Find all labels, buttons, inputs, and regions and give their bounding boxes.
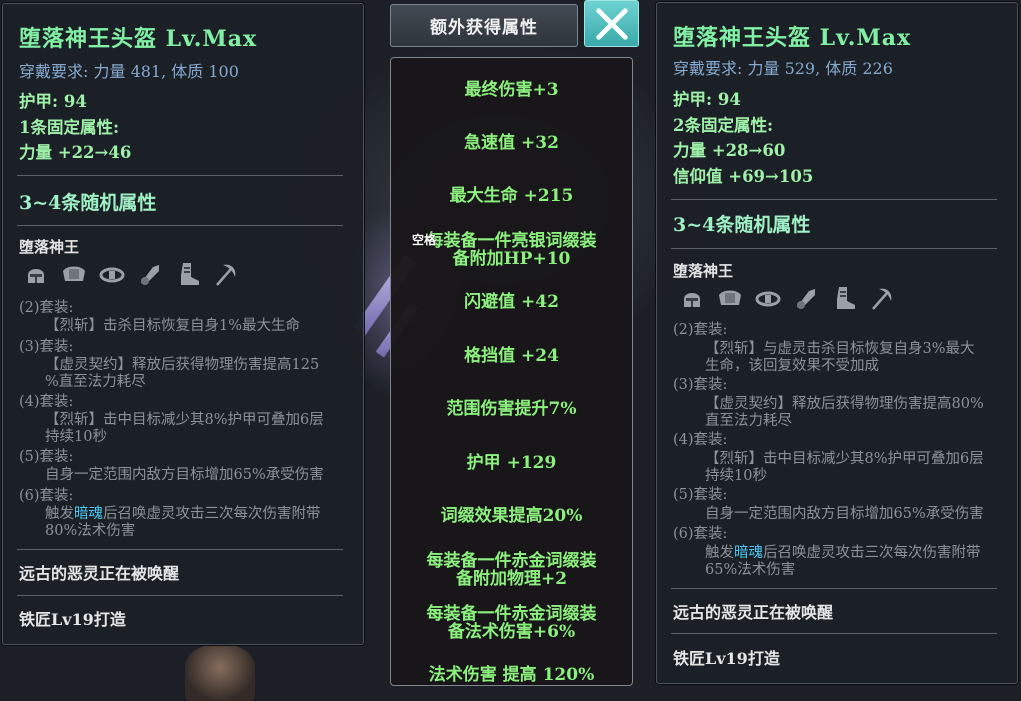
- list-item: 法术伤害 提高 120%: [428, 665, 595, 685]
- divider: [17, 549, 343, 550]
- crafted-by: 铁匠Lv19打造: [673, 649, 780, 668]
- set-bonus-label: (2)套装:: [673, 322, 728, 338]
- set-bonus-label: (2)套装:: [19, 300, 74, 316]
- set-icons: [679, 285, 907, 311]
- highlight-keyword: 暗魂: [734, 545, 763, 561]
- set-bonus-label: (6)套装:: [19, 488, 74, 504]
- list-item: 每装备一件赤金词缀装 备附加物理+2: [426, 551, 597, 589]
- divider: [17, 595, 343, 596]
- fixed-attr: 信仰值 +69→105: [673, 167, 814, 186]
- wear-requirement: 穿戴要求: 力量 481, 体质 100: [19, 62, 239, 81]
- item-title: 堕落神王头盔 Lv.Max: [673, 25, 912, 51]
- key-hint-label: 空格: [412, 233, 437, 247]
- set-bonus-text: 【烈斩】击杀目标恢复自身1%最大生命: [45, 318, 301, 334]
- fixed-attr: 力量 +28→60: [673, 141, 786, 160]
- gauntlet-icon: [141, 265, 159, 285]
- list-item: 闪避值 +42: [464, 292, 559, 312]
- boots-icon: [181, 263, 199, 285]
- set-bonus-text: 触发暗魂后召唤虚灵攻击三次每次伤害附带: [705, 545, 981, 561]
- list-item: 词缀效果提高20%: [440, 506, 583, 526]
- set-bonus-label: (3)套装:: [19, 339, 74, 355]
- fixed-attr-header: 1条固定属性:: [19, 118, 120, 137]
- belt-icon: [99, 267, 125, 283]
- divider: [671, 199, 997, 200]
- set-bonus-text: 【烈斩】击中目标减少其8%护甲可叠加6层: [705, 451, 984, 467]
- shoulder-armor-icon: [63, 266, 85, 281]
- divider: [671, 633, 997, 634]
- list-item: 最大生命 +215: [449, 186, 574, 206]
- shoulder-armor-icon: [719, 290, 741, 305]
- extra-attributes-header: 额外获得属性: [390, 4, 578, 47]
- crafted-by: 铁匠Lv19打造: [19, 610, 126, 629]
- highlight-keyword: 暗魂: [74, 506, 103, 522]
- set-bonus-text: 【虚灵契约】释放后获得物理伤害提高125: [45, 357, 320, 373]
- set-bonus-text: 【烈斩】击中目标减少其8%护甲可叠加6层: [45, 412, 324, 428]
- item-tooltip-right: 堕落神王头盔 Lv.Max 穿戴要求: 力量 529, 体质 226 护甲: 9…: [656, 2, 1018, 684]
- divider: [671, 248, 997, 249]
- close-button[interactable]: [584, 0, 639, 47]
- divider: [671, 588, 997, 589]
- set-bonus-label: (4)套装:: [673, 432, 728, 448]
- set-icons: [23, 261, 251, 287]
- set-bonus-text: 自身一定范围内敌方目标增加65%承受伤害: [45, 467, 324, 483]
- item-tooltip-left: 堕落神王头盔 Lv.Max 穿戴要求: 力量 481, 体质 100 护甲: 9…: [2, 3, 364, 645]
- helmet-icon: [684, 293, 700, 307]
- set-bonus-label: (5)套装:: [19, 449, 74, 465]
- set-bonus-text: 80%法术伤害: [45, 523, 136, 539]
- set-bonus-text: 触发暗魂后召唤虚灵攻击三次每次伤害附带: [45, 506, 321, 522]
- set-bonus-text: 直至法力耗尽: [705, 413, 792, 429]
- set-bonus-text: 【烈斩】与虚灵击杀目标恢复自身3%最大: [705, 341, 975, 357]
- pickaxe-icon: [872, 288, 892, 310]
- set-bonus-text: 持续10秒: [705, 468, 767, 484]
- armor-value: 护甲: 94: [673, 90, 741, 109]
- close-icon: [595, 7, 628, 40]
- fixed-attr: 力量 +22→46: [19, 143, 132, 162]
- list-item: 格挡值 +24: [464, 346, 559, 366]
- divider: [17, 225, 343, 226]
- set-bonus-label: (3)套装:: [673, 377, 728, 393]
- divider: [17, 175, 343, 176]
- list-item: 每装备一件赤金词缀装 备法术伤害+6%: [426, 604, 597, 642]
- list-item: 最终伤害+3: [464, 80, 559, 100]
- armor-value: 护甲: 94: [19, 92, 87, 111]
- set-bonus-text: 自身一定范围内敌方目标增加65%承受伤害: [705, 506, 984, 522]
- fixed-attr-header: 2条固定属性:: [673, 116, 774, 135]
- character-figure: [185, 645, 255, 701]
- gauntlet-icon: [797, 289, 815, 309]
- list-item: 范围伤害提升7%: [446, 399, 577, 419]
- random-attr-header: 3~4条随机属性: [673, 214, 811, 236]
- helmet-icon: [28, 269, 44, 283]
- set-bonus-label: (4)套装:: [19, 394, 74, 410]
- set-bonus-text: 【虚灵契约】释放后获得物理伤害提高80%: [705, 396, 984, 412]
- flavor-text: 远古的恶灵正在被唤醒: [673, 603, 834, 622]
- item-title: 堕落神王头盔 Lv.Max: [19, 26, 258, 52]
- belt-icon: [755, 291, 781, 307]
- extra-attributes-list[interactable]: 最终伤害+3 急速值 +32 最大生命 +215 每装备一件亮银词缀装 备附加HP…: [390, 57, 633, 686]
- boots-icon: [837, 287, 855, 309]
- wear-requirement: 穿戴要求: 力量 529, 体质 226: [673, 59, 893, 78]
- set-bonus-text: 65%法术伤害: [705, 562, 796, 578]
- random-attr-header: 3~4条随机属性: [19, 192, 157, 214]
- set-name: 堕落神王: [19, 238, 80, 256]
- set-bonus-label: (6)套装:: [673, 526, 728, 542]
- list-item: 急速值 +32: [464, 133, 559, 153]
- flavor-text: 远古的恶灵正在被唤醒: [19, 564, 180, 583]
- set-bonus-text: 持续10秒: [45, 429, 107, 445]
- set-bonus-text: %直至法力耗尽: [45, 374, 146, 390]
- list-item: 护甲 +129: [466, 453, 557, 473]
- set-bonus-text: 生命，该回复效果不受加成: [705, 358, 879, 374]
- set-name: 堕落神王: [673, 262, 734, 280]
- pickaxe-icon: [216, 264, 236, 286]
- set-bonus-label: (5)套装:: [673, 487, 728, 503]
